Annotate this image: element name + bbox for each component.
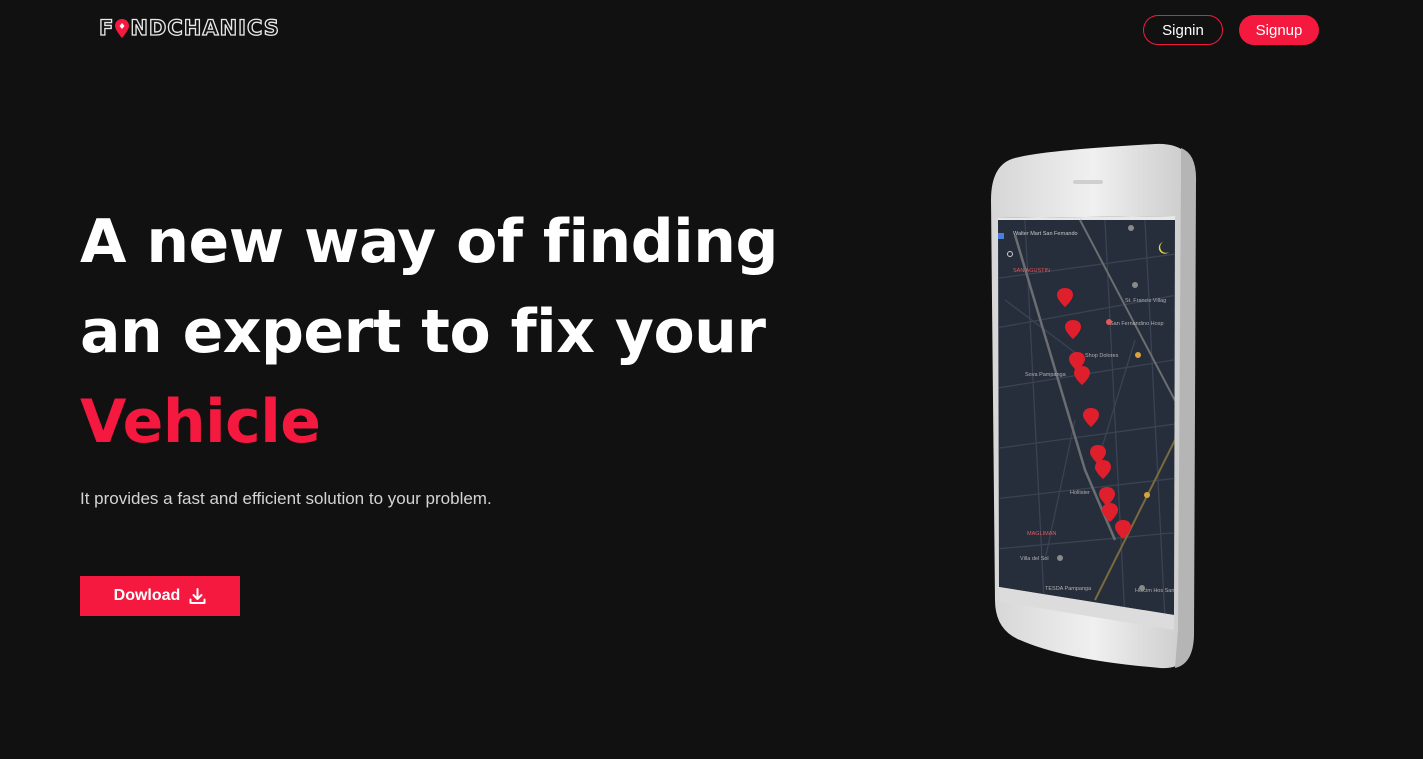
download-button[interactable]: Dowload <box>80 576 240 616</box>
logo[interactable]: F NDCHANICS <box>98 15 280 40</box>
map-label: MAGLIMAN <box>1027 531 1056 537</box>
map-label: Villa del Sol <box>1020 556 1049 562</box>
map-label: Hollister <box>1070 490 1090 496</box>
map-label: SAN AGUSTIN <box>1013 268 1050 274</box>
download-icon <box>189 587 206 604</box>
logo-prefix: F <box>98 15 115 40</box>
download-button-label: Dowload <box>113 587 181 604</box>
signup-button[interactable]: Signup <box>1239 15 1319 45</box>
map-label: TESDA Pampanga <box>1045 586 1092 592</box>
phone-speaker <box>1073 180 1103 184</box>
phone-illustration: 2:28 73% Walter Mart San Fernando SAN AG… <box>991 143 1197 669</box>
logo-suffix: NDCHANICS <box>130 15 280 40</box>
map-label: St. Francis Villag <box>1125 298 1166 304</box>
map-label: Shop Dolores <box>1085 353 1119 359</box>
phone-mockup: 2:28 73% Walter Mart San Fernando SAN AG… <box>985 140 1205 675</box>
hero-title-highlight: Vehicle <box>80 387 321 457</box>
map-screen: 2:28 73% Walter Mart San Fernando SAN AG… <box>998 216 1175 615</box>
map-label: San Fernandino Hosp <box>1110 321 1164 327</box>
map-label: Walter Mart San Fernando <box>1013 231 1078 237</box>
signin-button[interactable]: Signin <box>1143 15 1223 45</box>
hero-title-line-2: an expert to fix your <box>80 297 766 367</box>
hero-title-line-1: A new way of finding <box>80 207 778 277</box>
hero-subtitle: It provides a fast and efficient solutio… <box>80 489 492 508</box>
map-label: Sova Pampanga <box>1025 372 1067 378</box>
map-pin-icon <box>115 18 130 38</box>
